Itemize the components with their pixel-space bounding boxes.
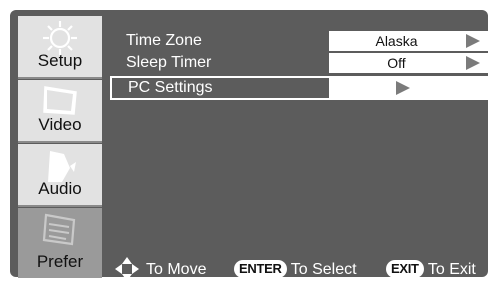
arrow-right-icon[interactable] — [396, 81, 410, 95]
menu-row-label: PC Settings — [128, 79, 213, 96]
menu-row-pc-settings[interactable]: PC Settings — [110, 76, 492, 100]
time-zone-value-box[interactable]: Alaska — [329, 31, 492, 51]
sidebar-item-label: Audio — [38, 179, 82, 198]
dpad-arrows-icon — [115, 257, 139, 281]
sidebar-item-video[interactable]: Video — [18, 80, 102, 143]
sleep-timer-value-box[interactable]: Off — [329, 53, 492, 73]
sidebar-item-prefer[interactable]: Prefer — [18, 208, 102, 278]
sidebar-item-setup[interactable]: Setup — [18, 16, 102, 79]
sidebar-item-label: Prefer — [36, 252, 84, 271]
sidebar-item-label: Setup — [37, 51, 83, 70]
menu-row-label: Time Zone — [126, 32, 202, 49]
exit-hint: EXIT To Exit — [386, 260, 476, 280]
category-sidebar: Setup Video Audio Prefer — [18, 16, 102, 278]
menu-row-time-zone[interactable]: Time Zone Alaska — [110, 30, 492, 52]
move-hint: To Move — [146, 261, 207, 278]
osd-menu-panel: Setup Video Audio Prefer Time Zone Alask… — [10, 10, 492, 281]
sidebar-item-audio[interactable]: Audio — [18, 144, 102, 207]
pc-settings-value-box[interactable] — [329, 78, 492, 98]
menu-row-sleep-timer[interactable]: Sleep Timer Off — [110, 52, 492, 74]
select-hint-text: To Select — [290, 261, 357, 278]
menu-row-label: Sleep Timer — [126, 54, 212, 71]
select-hint: ENTER To Select — [234, 260, 357, 280]
exit-key-badge: EXIT — [386, 260, 424, 278]
arrow-right-icon[interactable] — [466, 34, 480, 48]
preferences-icon — [42, 213, 76, 246]
sidebar-item-label: Video — [38, 115, 82, 134]
time-zone-value: Alaska — [375, 33, 418, 49]
exit-hint-text: To Exit — [427, 261, 476, 278]
enter-key-badge: ENTER — [234, 260, 287, 278]
arrow-right-icon[interactable] — [466, 56, 480, 70]
sleep-timer-value: Off — [387, 55, 406, 71]
navigation-hints: To Move ENTER To Select EXIT To Exit — [110, 254, 492, 286]
